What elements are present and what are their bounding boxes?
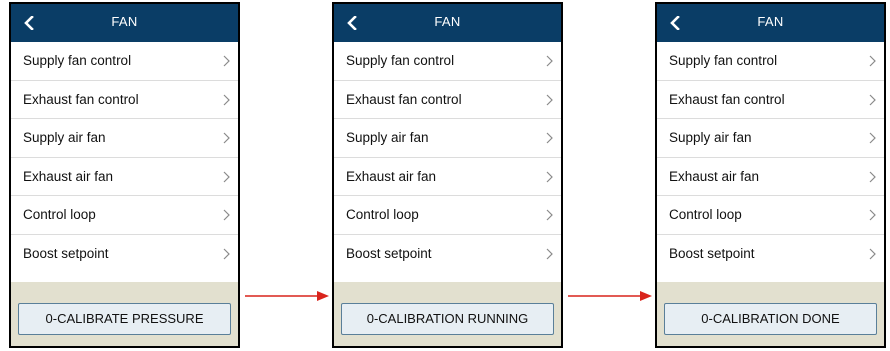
chevron-right-icon: [546, 171, 553, 182]
menu-item-exhaust-fan-control[interactable]: Exhaust fan control: [11, 81, 238, 119]
menu-item-supply-fan-control[interactable]: Supply fan control: [334, 42, 561, 81]
menu-item-control-loop[interactable]: Control loop: [11, 196, 238, 235]
chevron-right-icon: [223, 94, 230, 105]
menu-list: Supply fan control Exhaust fan control S…: [11, 42, 238, 273]
menu-item-label: Exhaust fan control: [23, 91, 139, 107]
menu-item-supply-fan-control[interactable]: Supply fan control: [11, 42, 238, 81]
chevron-right-icon: [223, 248, 230, 259]
calibrate-pressure-button[interactable]: 0-CALIBRATE PRESSURE: [18, 303, 231, 335]
menu-item-supply-air-fan[interactable]: Supply air fan: [334, 119, 561, 158]
menu-item-label: Exhaust air fan: [23, 168, 114, 184]
chevron-right-icon: [223, 171, 230, 182]
menu-item-label: Control loop: [23, 207, 96, 222]
menu-item-label: Supply air fan: [346, 130, 429, 145]
menu-item-control-loop[interactable]: Control loop: [334, 196, 561, 235]
menu-item-label: Exhaust air fan: [669, 168, 760, 184]
menu-item-control-loop[interactable]: Control loop: [657, 196, 884, 235]
chevron-right-icon: [546, 55, 553, 67]
menu-item-exhaust-fan-control[interactable]: Exhaust fan control: [657, 81, 884, 119]
menu-item-exhaust-air-fan[interactable]: Exhaust air fan: [334, 158, 561, 196]
menu-item-boost-setpoint[interactable]: Boost setpoint: [11, 235, 238, 274]
chevron-right-icon: [223, 55, 230, 67]
menu-item-label: Control loop: [346, 207, 419, 222]
chevron-right-icon: [546, 132, 553, 144]
footer-area: 0-CALIBRATE PRESSURE: [11, 282, 238, 346]
menu-item-label: Exhaust fan control: [669, 91, 785, 107]
menu-item-label: Supply air fan: [23, 130, 106, 145]
calibration-done-button[interactable]: 0-CALIBRATION DONE: [664, 303, 877, 335]
menu-item-label: Supply fan control: [669, 53, 778, 68]
menu-item-boost-setpoint[interactable]: Boost setpoint: [334, 235, 561, 274]
screen-panel-2: FAN Supply fan control Exhaust fan contr…: [332, 2, 563, 348]
menu-item-label: Boost setpoint: [669, 245, 755, 261]
menu-item-supply-air-fan[interactable]: Supply air fan: [11, 119, 238, 158]
transition-arrow-icon: [245, 291, 329, 301]
screen-panel-3: FAN Supply fan control Exhaust fan contr…: [655, 2, 886, 348]
header-title: FAN: [111, 14, 138, 29]
chevron-right-icon: [869, 209, 876, 221]
header-bar: FAN: [11, 4, 238, 42]
footer-area: 0-CALIBRATION DONE: [657, 282, 884, 346]
screen-panel-1: FAN Supply fan control Exhaust fan contr…: [9, 2, 240, 348]
chevron-right-icon: [223, 132, 230, 144]
chevron-right-icon: [546, 94, 553, 105]
menu-item-label: Boost setpoint: [23, 245, 109, 261]
chevron-right-icon: [869, 248, 876, 259]
chevron-right-icon: [546, 248, 553, 259]
chevron-right-icon: [869, 94, 876, 105]
menu-item-label: Exhaust fan control: [346, 91, 462, 107]
header-title: FAN: [757, 14, 784, 29]
chevron-right-icon: [869, 171, 876, 182]
chevron-right-icon: [546, 209, 553, 221]
transition-arrow-icon: [568, 291, 652, 301]
header-bar: FAN: [657, 4, 884, 42]
menu-item-exhaust-air-fan[interactable]: Exhaust air fan: [657, 158, 884, 196]
menu-item-label: Control loop: [669, 207, 742, 222]
chevron-right-icon: [223, 209, 230, 221]
menu-list: Supply fan control Exhaust fan control S…: [657, 42, 884, 273]
menu-item-label: Supply fan control: [346, 53, 455, 68]
menu-item-supply-air-fan[interactable]: Supply air fan: [657, 119, 884, 158]
menu-item-supply-fan-control[interactable]: Supply fan control: [657, 42, 884, 81]
menu-item-exhaust-air-fan[interactable]: Exhaust air fan: [11, 158, 238, 196]
menu-item-label: Supply fan control: [23, 53, 132, 68]
menu-item-label: Exhaust air fan: [346, 168, 437, 184]
menu-item-label: Supply air fan: [669, 130, 752, 145]
footer-area: 0-CALIBRATION RUNNING: [334, 282, 561, 346]
menu-list: Supply fan control Exhaust fan control S…: [334, 42, 561, 273]
menu-item-exhaust-fan-control[interactable]: Exhaust fan control: [334, 81, 561, 119]
menu-item-label: Boost setpoint: [346, 245, 432, 261]
header-bar: FAN: [334, 4, 561, 42]
menu-item-boost-setpoint[interactable]: Boost setpoint: [657, 235, 884, 274]
chevron-right-icon: [869, 132, 876, 144]
calibration-running-button[interactable]: 0-CALIBRATION RUNNING: [341, 303, 554, 335]
header-title: FAN: [434, 14, 461, 29]
chevron-right-icon: [869, 55, 876, 67]
